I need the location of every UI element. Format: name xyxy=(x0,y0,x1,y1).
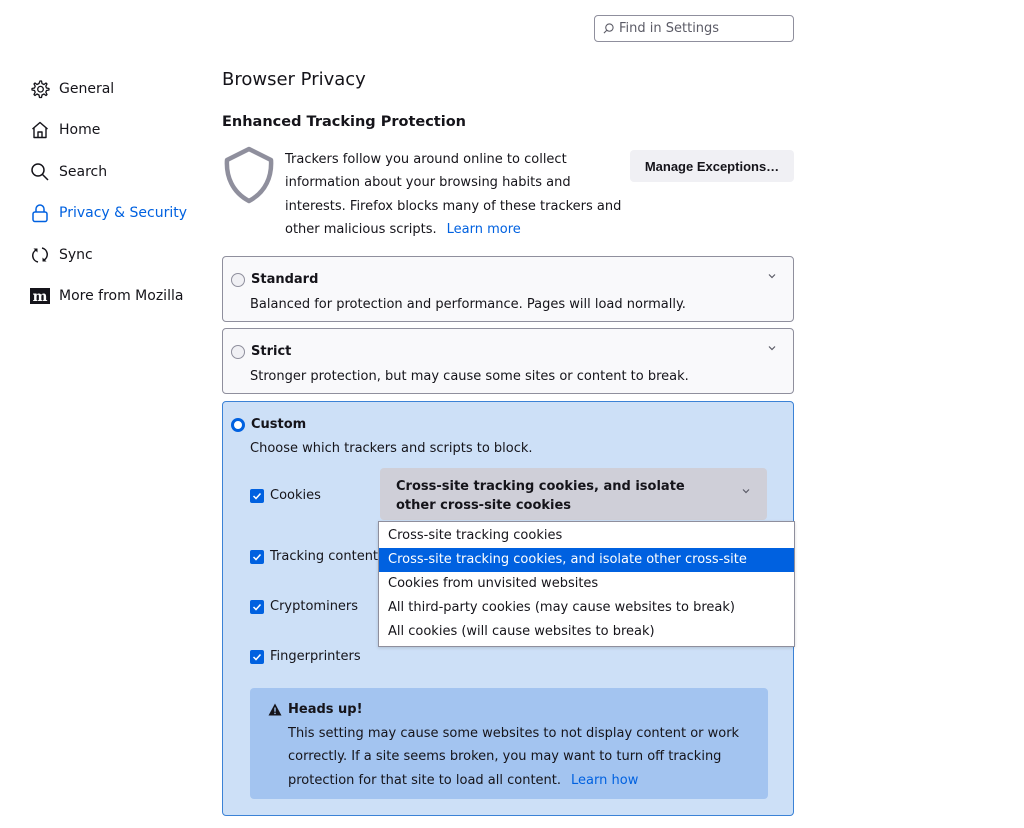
manage-exceptions-button[interactable]: Manage Exceptions… xyxy=(630,150,794,182)
standard-option-card[interactable]: Standard Balanced for protection and per… xyxy=(222,256,794,322)
tracking-content-label: Tracking content xyxy=(270,549,379,564)
dropdown-option[interactable]: Cross-site tracking cookies xyxy=(379,524,794,548)
strict-option-card[interactable]: Strict Stronger protection, but may caus… xyxy=(222,328,794,394)
standard-radio[interactable] xyxy=(231,272,245,287)
lock-icon xyxy=(30,203,50,223)
warning-icon xyxy=(268,703,282,716)
learn-more-link[interactable]: Learn more xyxy=(447,222,521,237)
cookies-checkbox[interactable] xyxy=(250,488,264,503)
cookies-dropdown-list: Cross-site tracking cookies Cross-site t… xyxy=(378,521,795,647)
standard-label: Standard xyxy=(251,272,319,287)
learn-how-link[interactable]: Learn how xyxy=(571,773,638,788)
search-placeholder: Find in Settings xyxy=(619,21,720,36)
fingerprinters-checkbox[interactable] xyxy=(250,649,264,664)
cookies-checkbox-row[interactable]: Cookies xyxy=(250,488,321,503)
strict-label: Strict xyxy=(251,344,292,359)
custom-description: Choose which trackers and scripts to blo… xyxy=(250,441,533,456)
cryptominers-label: Cryptominers xyxy=(270,599,359,614)
chevron-down-icon[interactable] xyxy=(767,271,777,281)
strict-radio[interactable] xyxy=(231,344,245,359)
shield-icon xyxy=(224,146,274,204)
sidebar-item-home[interactable]: Home xyxy=(30,110,187,152)
cookies-select[interactable]: Cross-site tracking cookies, and isolate… xyxy=(380,468,767,520)
chevron-down-icon xyxy=(742,489,750,494)
find-in-settings-input[interactable]: Find in Settings xyxy=(594,15,794,42)
sidebar-item-label: General xyxy=(59,80,115,97)
sync-icon xyxy=(30,245,50,265)
dropdown-option[interactable]: All cookies (will cause websites to brea… xyxy=(379,620,794,644)
sidebar-item-label: Privacy & Security xyxy=(59,205,187,222)
sidebar-item-label: Home xyxy=(59,122,101,139)
cryptominers-checkbox-row[interactable]: Cryptominers xyxy=(250,599,358,614)
dropdown-option[interactable]: All third-party cookies (may cause websi… xyxy=(379,596,794,620)
etp-heading: Enhanced Tracking Protection xyxy=(222,114,466,130)
sidebar-item-general[interactable]: General xyxy=(30,68,187,110)
mozilla-icon: m xyxy=(30,286,50,306)
sidebar-item-label: More from Mozilla xyxy=(59,288,184,305)
etp-description: Trackers follow you around online to col… xyxy=(285,152,622,237)
sidebar-item-privacy-security[interactable]: Privacy & Security xyxy=(30,193,187,235)
dropdown-option-selected[interactable]: Cross-site tracking cookies, and isolate… xyxy=(379,548,794,591)
sidebar-item-sync[interactable]: Sync xyxy=(30,234,187,276)
dropdown-option[interactable]: Cookies from unvisited websites xyxy=(379,572,794,596)
checkmark-icon xyxy=(252,653,262,661)
home-icon xyxy=(30,120,50,140)
cookies-label: Cookies xyxy=(270,488,321,503)
cookies-select-value: Cross-site tracking cookies, and isolate… xyxy=(396,479,685,513)
fingerprinters-checkbox-row[interactable]: Fingerprinters xyxy=(250,649,361,664)
page-title: Browser Privacy xyxy=(222,69,366,90)
warning-text: This setting may cause some websites to … xyxy=(288,726,740,788)
gear-icon xyxy=(30,79,50,99)
sidebar-item-search[interactable]: Search xyxy=(30,151,187,193)
search-icon xyxy=(30,162,50,182)
chevron-down-icon[interactable] xyxy=(767,343,777,353)
sidebar-item-label: Search xyxy=(59,163,108,180)
checkmark-icon xyxy=(252,492,262,500)
checkmark-icon xyxy=(252,603,262,611)
custom-label: Custom xyxy=(251,417,307,432)
checkmark-icon xyxy=(252,553,262,561)
cryptominers-checkbox[interactable] xyxy=(250,599,264,614)
standard-description: Balanced for protection and performance.… xyxy=(250,297,686,312)
fingerprinters-label: Fingerprinters xyxy=(270,649,361,664)
sidebar-item-more-from-mozilla[interactable]: m More from Mozilla xyxy=(30,276,187,318)
heads-up-warning: Heads up! This setting may cause some we… xyxy=(250,688,768,799)
tracking-content-checkbox[interactable] xyxy=(250,549,264,564)
sidebar: General Home Search Privacy & Security S… xyxy=(30,68,187,317)
strict-description: Stronger protection, but may cause some … xyxy=(250,369,689,384)
svg-text:m: m xyxy=(33,289,48,305)
warning-title: Heads up! xyxy=(288,702,363,717)
tracking-content-checkbox-row[interactable]: Tracking content xyxy=(250,549,378,564)
sidebar-item-label: Sync xyxy=(59,246,93,263)
search-icon xyxy=(603,23,614,34)
custom-radio[interactable] xyxy=(231,417,245,432)
